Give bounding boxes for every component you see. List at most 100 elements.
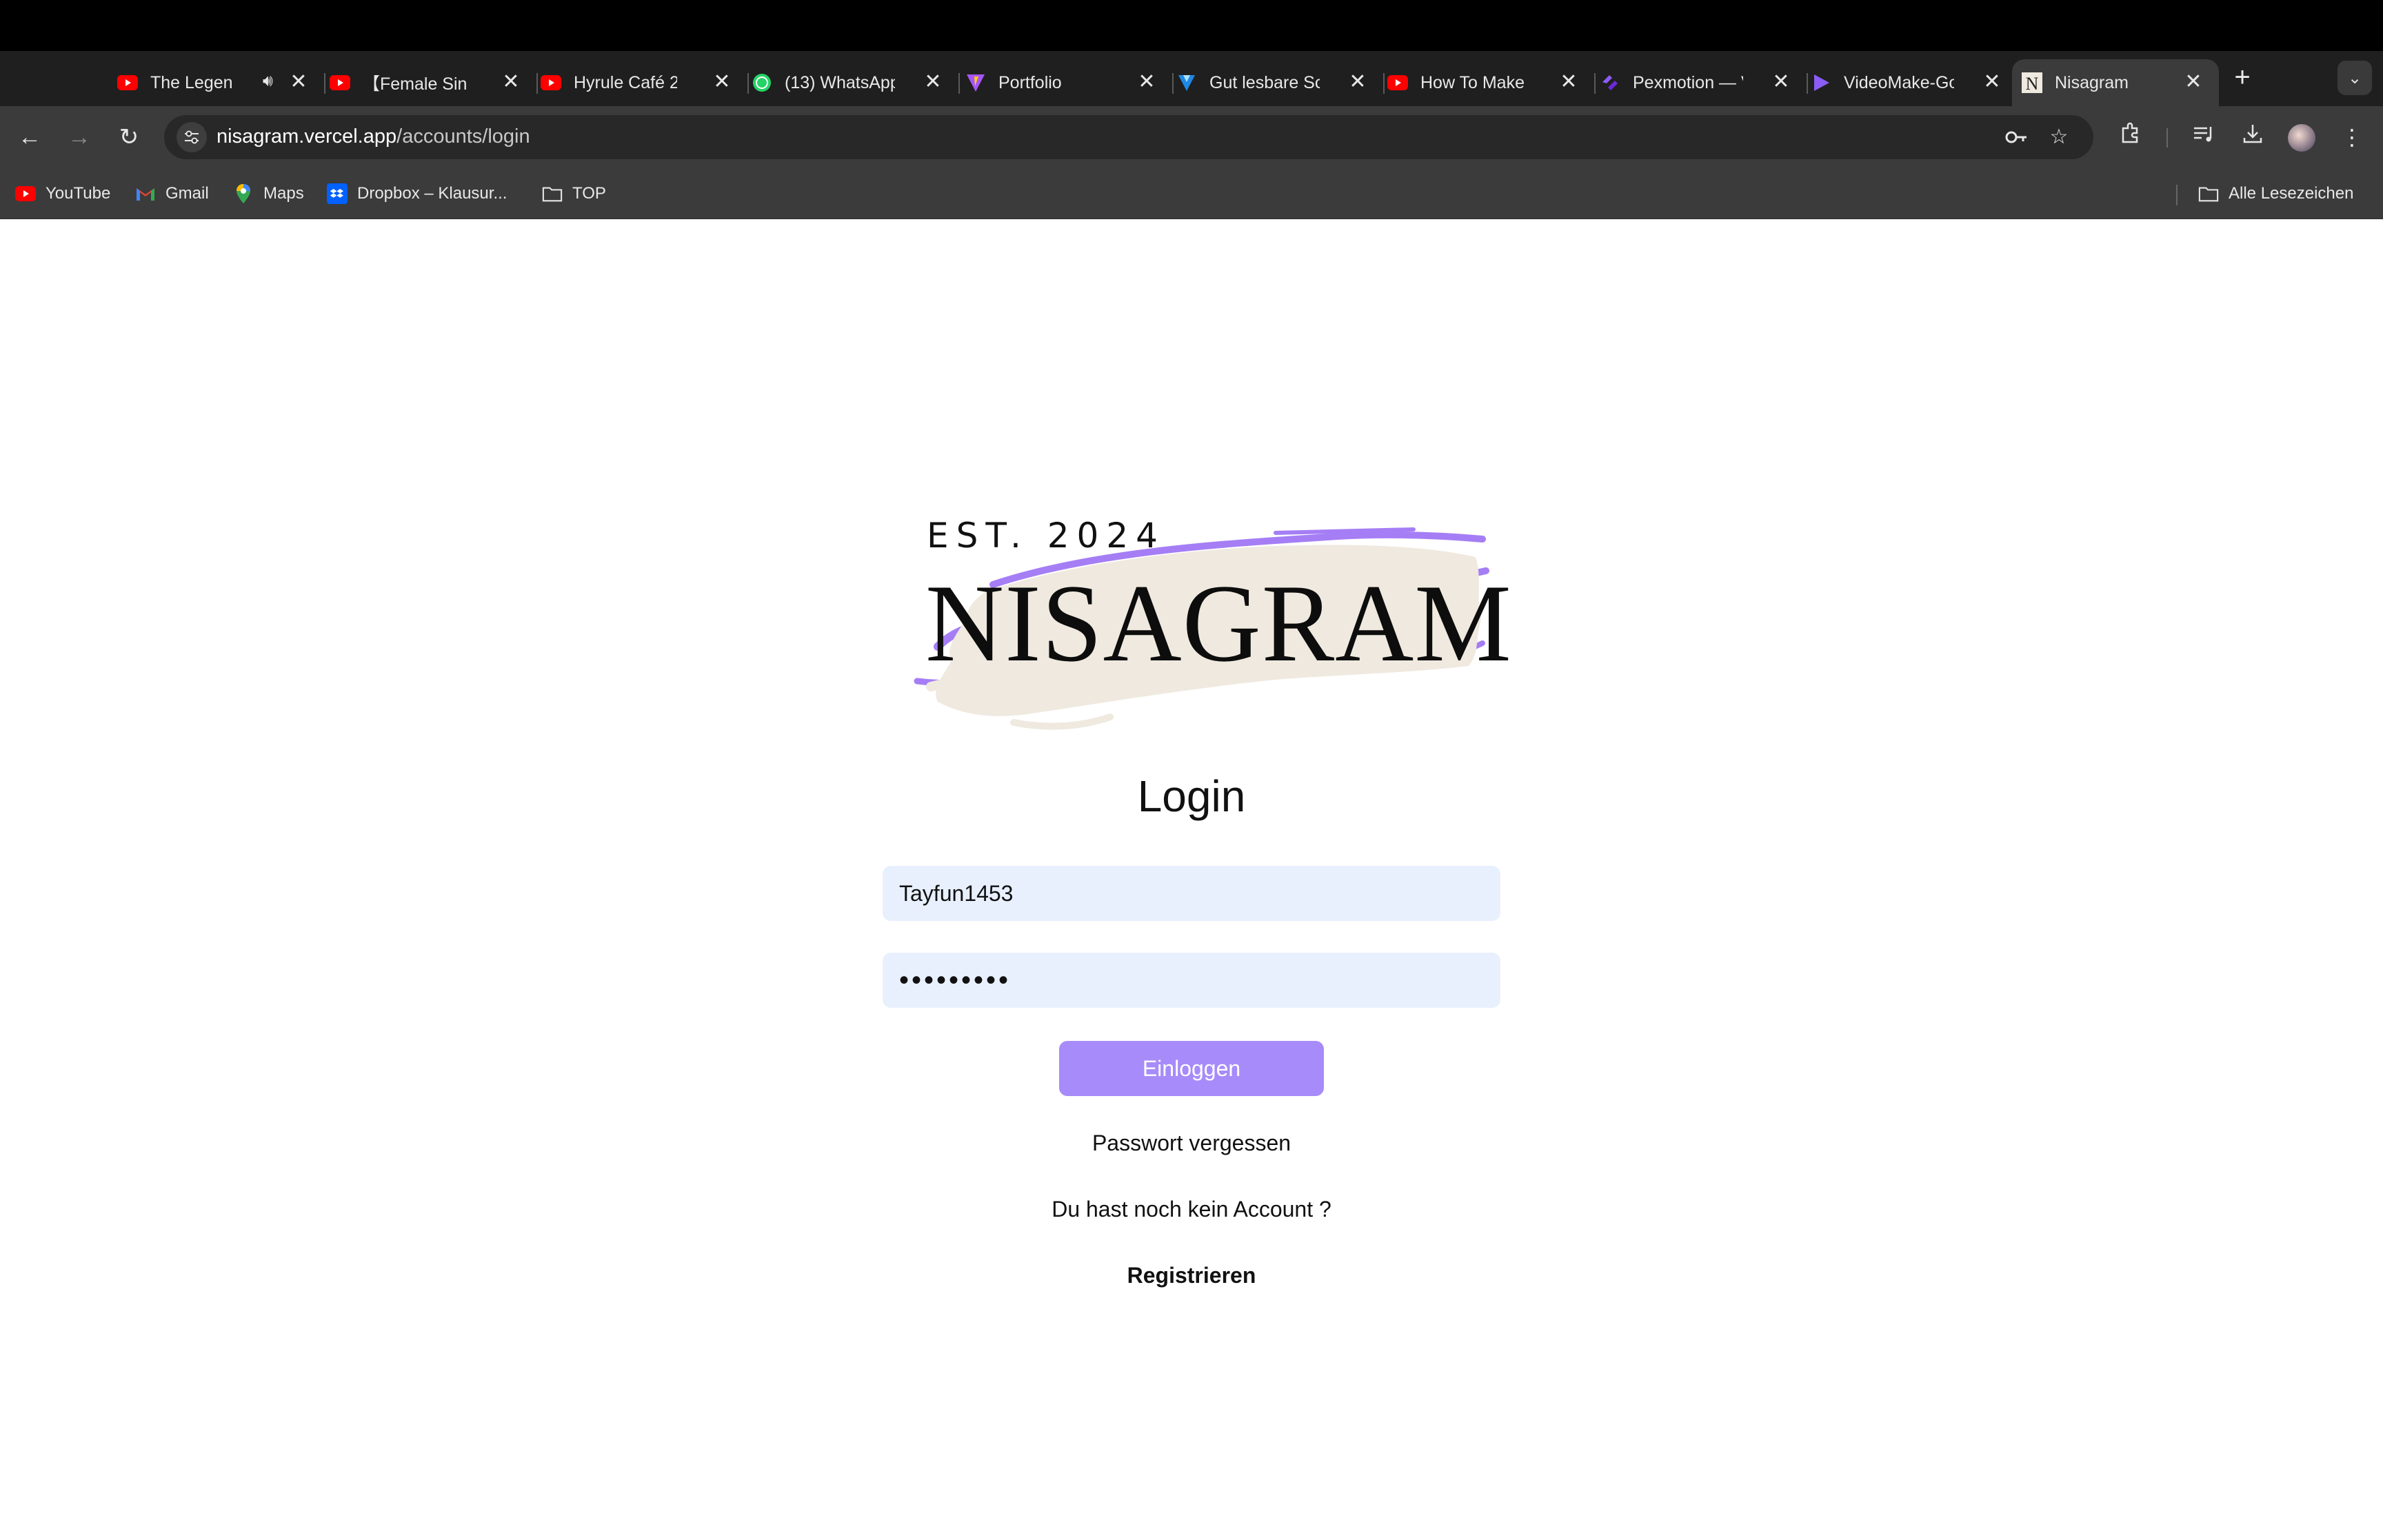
logo-established: EST. 2024	[927, 516, 1165, 556]
tab-title: Hyrule Café 2	[574, 72, 677, 92]
youtube-icon	[541, 72, 561, 93]
kebab-menu-icon[interactable]: ⋮	[2336, 121, 2368, 153]
close-tab-icon[interactable]: ✕	[2183, 70, 2204, 94]
tab-pexmotion[interactable]: Pexmotion — V ✕	[1600, 59, 1808, 106]
tab-strip: The Legend of Zelda 🔊︎ ✕ 【Female Singer …	[0, 51, 2383, 106]
reload-icon[interactable]: ↻	[113, 121, 145, 153]
url-path: /accounts/login	[396, 125, 530, 148]
login-heading: Login	[1137, 771, 1246, 821]
folder-icon	[2198, 183, 2219, 204]
back-arrow-icon[interactable]: ←	[14, 121, 46, 153]
tab-title: How To Make It	[1420, 72, 1531, 92]
address-bar[interactable]: nisagram.vercel.app/accounts/login ☆	[164, 115, 2093, 159]
play-icon	[1811, 72, 1831, 93]
folder-icon	[542, 183, 563, 204]
close-tab-icon[interactable]: ✕	[1136, 70, 1157, 94]
profile-avatar[interactable]	[2288, 124, 2315, 152]
tab-separator	[536, 73, 538, 94]
login-page: EST. 2024 NISAGRAM Login Einloggen Passw…	[0, 219, 2383, 1540]
bookmark-label: Gmail	[165, 184, 209, 203]
bookmark-youtube[interactable]: YouTube	[15, 182, 110, 205]
tab-search-chevron-icon[interactable]: ⌄	[2337, 61, 2372, 95]
new-tab-icon[interactable]: +	[2227, 62, 2258, 92]
site-info-icon[interactable]	[177, 122, 207, 152]
logo-wordmark: NISAGRAM	[925, 562, 1512, 685]
url-host: nisagram.vercel.app	[217, 125, 397, 148]
bookmark-label: TOP	[572, 184, 606, 203]
url-text[interactable]: nisagram.vercel.app/accounts/login	[217, 125, 530, 148]
tab-separator	[1172, 73, 1174, 94]
tab-separator	[324, 73, 325, 94]
close-tab-icon[interactable]: ✕	[288, 70, 309, 94]
nisagram-logo: EST. 2024 NISAGRAM	[889, 502, 1511, 757]
bookmark-maps[interactable]: Maps	[233, 182, 304, 205]
tab-separator	[1807, 73, 1808, 94]
bookmarks-bar: YouTube Gmail Maps Dropbox – Klausur... …	[0, 168, 2383, 219]
close-tab-icon[interactable]: ✕	[712, 70, 732, 94]
close-tab-icon[interactable]: ✕	[923, 70, 943, 94]
bookmark-label: Maps	[263, 184, 304, 203]
tab-title: Portfolio	[998, 72, 1062, 92]
vite-icon	[965, 72, 986, 93]
svg-text:N: N	[2026, 74, 2039, 93]
youtube-icon	[1387, 72, 1408, 93]
tab-separator	[1594, 73, 1596, 94]
youtube-icon	[330, 72, 350, 93]
bookmarks-separator	[2176, 185, 2178, 205]
close-tab-icon[interactable]: ✕	[1347, 70, 1368, 94]
password-key-icon[interactable]	[2004, 125, 2029, 150]
close-tab-icon[interactable]: ✕	[1558, 70, 1579, 94]
tab-title: Gut lesbare Schriften	[1209, 72, 1320, 92]
dropbox-icon	[327, 183, 348, 204]
close-tab-icon[interactable]: ✕	[1982, 70, 2002, 94]
tab-youtube-legend[interactable]: The Legend of Zelda 🔊︎ ✕	[117, 59, 325, 106]
pexmotion-icon	[1600, 72, 1620, 93]
bookmark-gmail[interactable]: Gmail	[135, 182, 209, 205]
window-top-bar	[0, 0, 2383, 51]
vuetify-icon	[1176, 72, 1197, 93]
close-tab-icon[interactable]: ✕	[501, 70, 521, 94]
tab-portfolio[interactable]: Portfolio ✕	[965, 59, 1174, 106]
whatsapp-icon	[752, 72, 772, 93]
browser-toolbar: ← → ↻ nisagram.vercel.app/accounts/login…	[0, 106, 2383, 168]
no-account-text: Du hast noch kein Account ?	[1052, 1197, 1331, 1222]
download-icon[interactable]	[2237, 121, 2269, 153]
gmail-icon	[135, 183, 156, 204]
login-button[interactable]: Einloggen	[1059, 1041, 1324, 1096]
forgot-password-link[interactable]: Passwort vergessen	[916, 1131, 1467, 1156]
tab-how-to-make[interactable]: How To Make It ✕	[1387, 59, 1596, 106]
tab-title: Pexmotion — V	[1633, 72, 1743, 92]
close-tab-icon[interactable]: ✕	[1771, 70, 1791, 94]
extensions-puzzle-icon[interactable]	[2114, 121, 2146, 153]
tab-title: VideoMake-Go	[1844, 72, 1954, 92]
register-link[interactable]: Registrieren	[916, 1263, 1467, 1288]
maps-icon	[233, 183, 254, 204]
toolbar-separator	[2166, 128, 2168, 148]
youtube-icon	[15, 183, 36, 204]
all-bookmarks-button[interactable]: Alle Lesezeichen	[2198, 182, 2353, 205]
tab-gut-lesbare[interactable]: Gut lesbare Schriften ✕	[1176, 59, 1385, 106]
tab-hyrule-cafe[interactable]: Hyrule Café 2 ✕	[541, 59, 749, 106]
username-input[interactable]	[883, 866, 1500, 921]
speaker-icon[interactable]: 🔊︎	[263, 72, 273, 91]
tab-nisagram[interactable]: N Nisagram ✕	[2012, 59, 2219, 106]
bookmark-dropbox[interactable]: Dropbox – Klausur...	[327, 182, 507, 205]
bookmark-folder-top[interactable]: TOP	[542, 182, 606, 205]
tab-whatsapp[interactable]: (13) WhatsApp ✕	[752, 59, 960, 106]
all-bookmarks-label: Alle Lesezeichen	[2229, 184, 2354, 203]
tab-title: 【Female Singer	[363, 74, 466, 94]
tab-title: The Legend of Zelda	[150, 72, 233, 92]
tab-female-singer[interactable]: 【Female Singer ✕	[330, 59, 538, 106]
nisagram-icon: N	[2022, 72, 2042, 93]
media-controls-icon[interactable]	[2187, 121, 2219, 153]
tab-separator	[958, 73, 960, 94]
forward-arrow-icon[interactable]: →	[63, 121, 95, 153]
password-input[interactable]	[883, 953, 1500, 1008]
youtube-icon	[117, 72, 138, 93]
tab-title: (13) WhatsApp	[785, 72, 895, 92]
tab-separator	[1383, 73, 1385, 94]
bookmark-label: YouTube	[46, 184, 111, 203]
tab-separator	[747, 73, 749, 94]
tab-videomake[interactable]: VideoMake-Go ✕	[1811, 59, 2018, 106]
bookmark-star-icon[interactable]: ☆	[2047, 125, 2071, 150]
